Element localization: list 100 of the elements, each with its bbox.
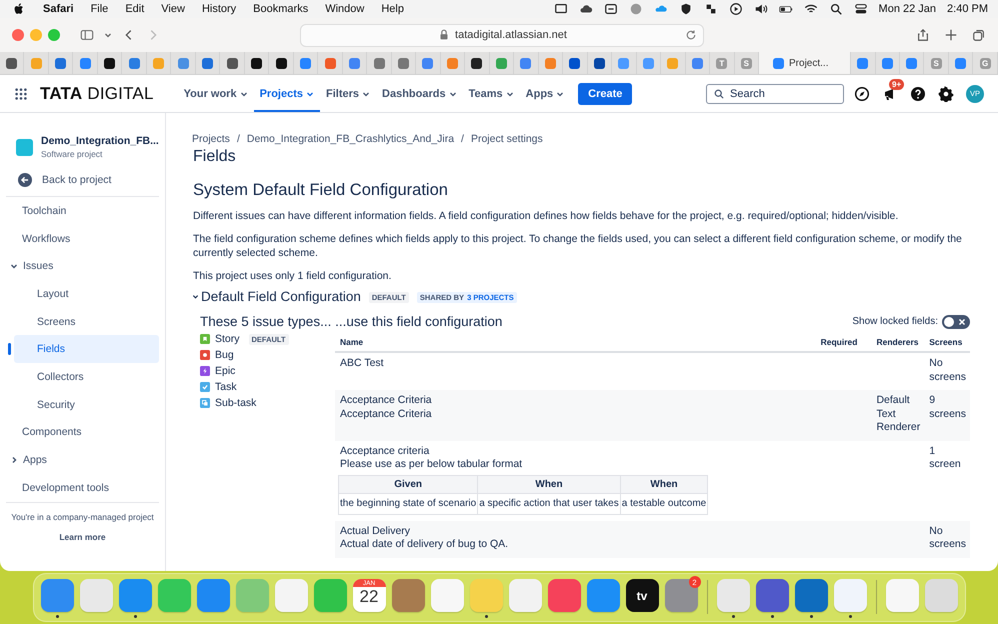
issue-type-name: Story <box>215 333 240 345</box>
search-field[interactable]: Search <box>706 84 844 104</box>
app-grid-icon[interactable] <box>14 86 28 100</box>
breadcrumb-link[interactable]: Projects <box>192 133 230 145</box>
plus-icon[interactable] <box>944 28 958 42</box>
issue-type-name: Sub-task <box>215 397 256 409</box>
sidebar-icon[interactable] <box>80 28 94 42</box>
sidebar-item[interactable]: Layout <box>14 280 159 308</box>
sidebar-item[interactable]: Development tools <box>6 474 159 502</box>
project-type: Software project <box>41 149 104 159</box>
reload-icon[interactable] <box>685 28 697 40</box>
table-cell: the beginning state of scenario <box>338 494 478 514</box>
share-icon[interactable] <box>916 28 930 42</box>
selection-indicator <box>8 343 11 356</box>
company-logo[interactable]: TATA DIGITAL <box>40 84 154 104</box>
table-header-cell: Given <box>338 475 478 494</box>
search-icon[interactable] <box>828 2 843 16</box>
minimize-icon[interactable] <box>30 29 42 41</box>
renderer-text: Default Text Renderer <box>876 394 920 433</box>
table-cell: a specific action that user takes <box>478 494 620 514</box>
app-menu[interactable]: Safari <box>43 3 74 15</box>
tv-app-icon[interactable]: tv <box>626 579 658 612</box>
menu-item[interactable]: Window <box>325 3 364 15</box>
column-header: Name <box>335 331 816 352</box>
menu-item[interactable]: History <box>202 3 236 15</box>
sidebar-item[interactable]: Workflows <box>6 224 159 252</box>
app-icon[interactable] <box>664 579 698 612</box>
nav-menu[interactable]: Teams <box>462 75 520 112</box>
create-button[interactable]: Create <box>578 82 632 104</box>
zoom-icon[interactable] <box>48 29 60 41</box>
monitor-icon[interactable] <box>554 2 568 16</box>
breadcrumb-link[interactable]: Project settings <box>470 133 543 145</box>
learn-more-link[interactable]: Learn more <box>53 530 112 543</box>
letter-icon: S <box>930 58 942 68</box>
field-name: Acceptance Criteria <box>340 394 433 408</box>
nav-menu[interactable]: Your work <box>178 75 254 112</box>
breadcrumb-link[interactable]: Demo_Integration_FB_Crashlytics_And_Jira <box>246 133 454 145</box>
volume-icon[interactable] <box>754 2 768 16</box>
sidebar-item[interactable]: Toolchain <box>6 197 159 225</box>
back-to-project-link[interactable]: Back to project <box>18 173 159 187</box>
sidebar-group[interactable]: Apps <box>6 446 159 474</box>
app-icon[interactable] <box>40 579 74 612</box>
sidebar-group[interactable]: Issues <box>6 252 159 280</box>
field-name: Acceptance criteria <box>340 444 430 458</box>
app-icon[interactable] <box>586 579 620 612</box>
menu-item[interactable]: View <box>161 3 185 15</box>
nav-menu[interactable]: Dashboards <box>376 75 463 112</box>
issue-types-heading: These 5 issue types... ...use this field configuration <box>200 314 502 329</box>
app-icon[interactable] <box>548 579 580 612</box>
field-name: ABC Test <box>340 357 385 370</box>
menu-item[interactable]: Edit <box>125 3 144 15</box>
app-icon[interactable] <box>118 579 152 612</box>
checkbox-icon <box>200 382 210 392</box>
footer-text: You're in a company-managed project <box>10 510 155 522</box>
app-icon[interactable] <box>196 579 230 612</box>
browser-tab[interactable]: Project... <box>759 52 852 74</box>
screens-text: 1 screen <box>929 444 961 470</box>
column-header: Renderers <box>871 331 924 352</box>
chevron-down-icon <box>104 31 112 39</box>
address-bar[interactable]: tatadigital.atlassian.net <box>300 24 704 46</box>
sidebar-item[interactable]: Components <box>6 418 159 446</box>
app-icon[interactable] <box>794 579 828 612</box>
menu-item[interactable]: Help <box>381 3 404 15</box>
app-icon[interactable] <box>392 579 424 612</box>
sidebar-item[interactable]: Screens <box>14 308 159 336</box>
project-avatar <box>16 138 33 156</box>
compass-icon[interactable] <box>854 86 870 102</box>
squares-icon[interactable] <box>704 2 718 16</box>
help-icon[interactable] <box>910 86 926 102</box>
nav-menu[interactable]: Projects <box>254 75 320 112</box>
menu-item[interactable]: File <box>90 3 108 15</box>
sidebar-item[interactable]: Security <box>14 390 159 418</box>
date-text[interactable]: Mon 22 Jan <box>878 3 936 15</box>
menu-item[interactable]: Bookmarks <box>253 3 308 15</box>
time-text[interactable]: 2:40 PM <box>947 3 988 15</box>
field-description: Actual date of delivery of bug to QA. <box>340 538 510 552</box>
chevron-icon <box>10 456 18 464</box>
letter-icon: S <box>740 58 752 68</box>
screens-text: 9 screens <box>929 394 966 420</box>
screens-text: No screens <box>929 357 966 382</box>
chevron-down-icon <box>506 90 514 98</box>
apple-icon[interactable] <box>12 2 26 16</box>
nav-menu[interactable]: Filters <box>320 75 376 112</box>
window-icon[interactable] <box>604 2 618 16</box>
configuration-toggle[interactable]: Default Field Configuration <box>192 289 361 304</box>
dot-icon <box>200 350 210 360</box>
letter-icon: T <box>716 58 728 68</box>
sidebar-item[interactable]: Collectors <box>14 363 159 391</box>
tabs-overview-icon[interactable] <box>972 28 986 42</box>
shield-icon[interactable] <box>678 2 693 16</box>
nav-menu[interactable]: Apps <box>520 75 570 112</box>
play-icon[interactable] <box>728 2 743 16</box>
control-center-icon[interactable] <box>854 2 868 16</box>
app-icon[interactable] <box>756 579 788 612</box>
locked-fields-toggle[interactable] <box>942 314 970 328</box>
close-icon[interactable] <box>12 29 24 41</box>
table-header-cell: When <box>478 475 620 494</box>
settings-icon[interactable] <box>938 86 954 102</box>
letter-icon: G <box>980 58 991 68</box>
field-name: Actual Delivery <box>340 524 412 538</box>
